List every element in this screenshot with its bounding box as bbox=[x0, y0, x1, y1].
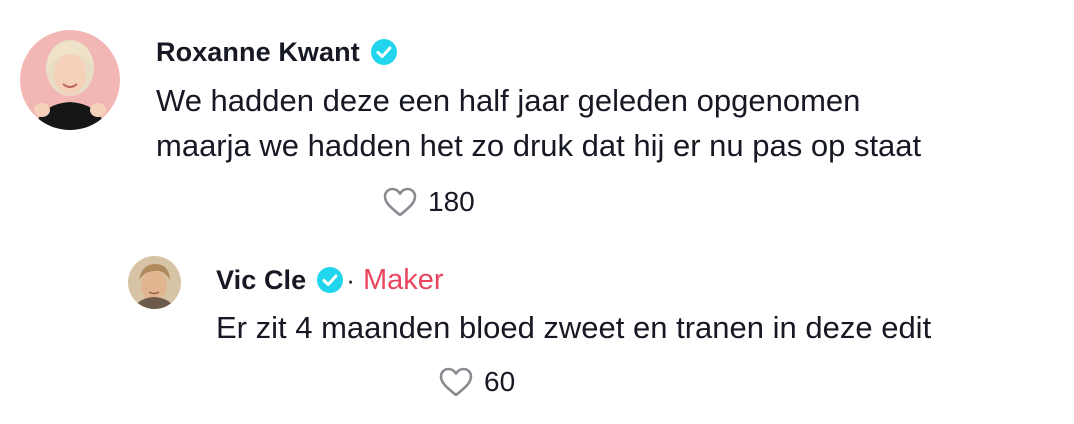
reply-like-button[interactable]: 60 bbox=[438, 362, 515, 402]
comment-author-row: Roxanne Kwant bbox=[156, 34, 398, 70]
avatar-vic[interactable] bbox=[128, 256, 181, 309]
separator-dot: · bbox=[346, 264, 355, 295]
comment-text-line-2: maarja we hadden het zo druk dat hij er … bbox=[156, 128, 922, 163]
reply-like-count: 60 bbox=[484, 366, 516, 397]
avatar-roxanne[interactable] bbox=[20, 30, 120, 130]
reply-author-row: Vic Cle · Maker bbox=[216, 262, 444, 298]
comment-text-line-1: We hadden deze een half jaar geleden opg… bbox=[156, 83, 861, 118]
reply-author-name[interactable]: Vic Cle bbox=[216, 265, 306, 296]
heart-outline-icon bbox=[382, 186, 418, 218]
heart-outline-icon bbox=[438, 366, 474, 398]
verified-badge-icon bbox=[370, 38, 398, 66]
comment-like-button[interactable]: 180 bbox=[382, 182, 475, 222]
comment-author-name[interactable]: Roxanne Kwant bbox=[156, 37, 360, 68]
maker-badge: Maker bbox=[362, 263, 444, 296]
reply-text: Er zit 4 maanden bloed zweet en tranen i… bbox=[216, 310, 932, 345]
verified-badge-icon bbox=[316, 266, 344, 294]
comment-like-count: 180 bbox=[428, 186, 475, 217]
